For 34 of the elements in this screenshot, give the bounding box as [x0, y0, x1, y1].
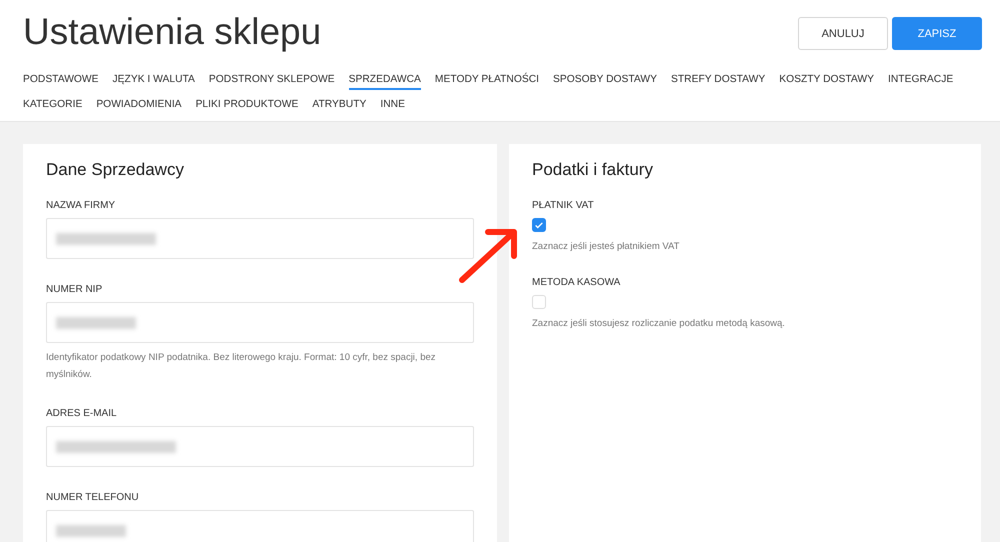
tab[interactable]: METODY PŁATNOŚCI [434, 71, 540, 96]
tab[interactable]: SPRZEDAWCA [348, 71, 421, 96]
save-button[interactable]: ZAPISZ [892, 17, 982, 50]
tab[interactable]: INTEGRACJE [888, 71, 954, 96]
option-label: METODA KASOWA [532, 277, 622, 288]
page-title: Ustawienia sklepu [23, 10, 322, 54]
tab[interactable]: PLIKI PRODUKTOWE [196, 96, 298, 121]
card-title: Dane Sprzedawcy [46, 160, 185, 180]
check-icon [534, 220, 544, 230]
field-label: NAZWA FIRMY [46, 200, 116, 211]
help-text: Zaznacz jeśli stosujesz rozliczanie podatku metodą kasową. [532, 317, 786, 331]
input-field[interactable] [46, 302, 474, 343]
field-label: ADRES E-MAIL [46, 408, 118, 419]
checkbox[interactable] [532, 218, 546, 232]
tab[interactable]: INNE [380, 96, 405, 121]
tab[interactable]: ATRYBUTY [312, 96, 366, 121]
help-text: Zaznacz jeśli jesteś płatnikiem VAT [532, 240, 680, 254]
cancel-button[interactable]: ANULUJ [798, 17, 888, 50]
input-field[interactable] [46, 426, 474, 467]
help-text: Identyfikator podatkowy NIP podatnika. Bez literowego kraju. Format: 10 cyfr, bez spacji, bez myślników. [46, 351, 437, 382]
input-field[interactable] [46, 510, 474, 542]
tab[interactable]: KATEGORIE [23, 96, 82, 121]
tab[interactable]: SPOSOBY DOSTAWY [553, 71, 657, 96]
tab[interactable]: KOSZTY DOSTAWY [779, 71, 874, 96]
tab[interactable]: PODSTRONY SKLEPOWE [208, 71, 335, 96]
input-field[interactable] [46, 218, 474, 259]
field-label: NUMER NIP [46, 284, 104, 295]
tab[interactable]: PODSTAWOWE [23, 71, 99, 96]
tab[interactable]: JĘZYK I WALUTA [112, 71, 195, 96]
field-label: NUMER TELEFONU [46, 492, 140, 503]
tab[interactable]: STREFY DOSTAWY [670, 71, 766, 96]
option-label: PŁATNIK VAT [532, 200, 595, 211]
card-title: Podatki i faktury [532, 160, 654, 180]
tab[interactable]: POWIADOMIENIA [96, 96, 182, 121]
